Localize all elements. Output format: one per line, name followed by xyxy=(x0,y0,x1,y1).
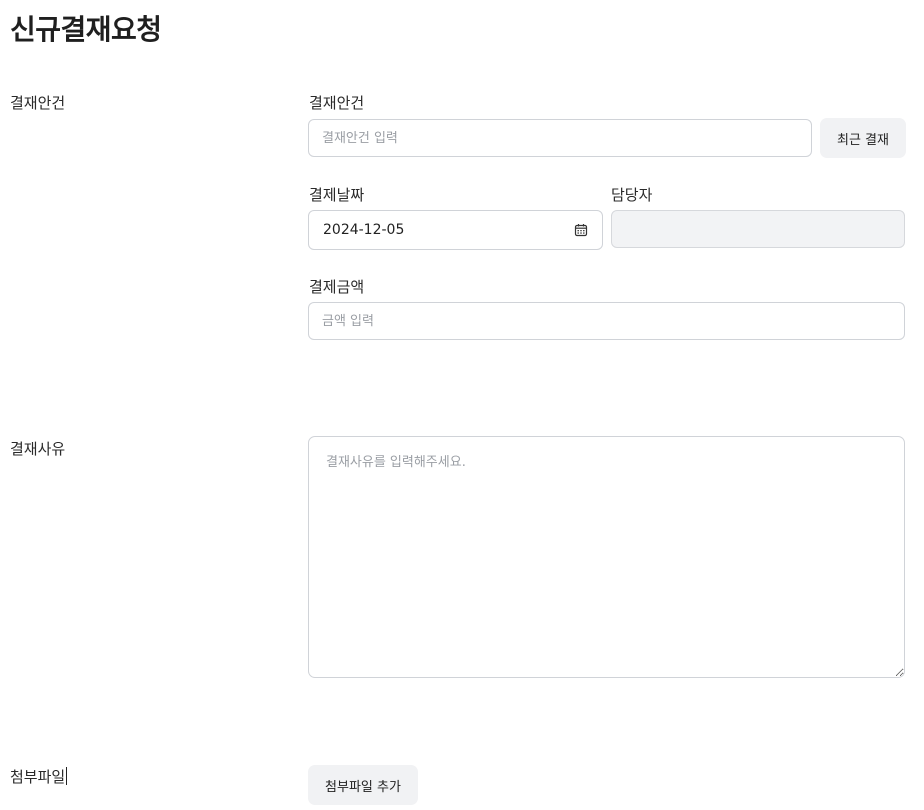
section-label-case: 결재안건 xyxy=(10,94,66,112)
case-title-input[interactable] xyxy=(308,119,812,157)
recent-approval-button[interactable]: 최근 결재 xyxy=(820,118,906,158)
payment-amount-input[interactable] xyxy=(308,302,905,340)
payment-amount-label: 결제금액 xyxy=(309,278,365,296)
section-label-attachment-text: 첨부파일 xyxy=(10,768,66,786)
reason-textarea[interactable] xyxy=(308,436,905,678)
section-label-attachment: 첨부파일 xyxy=(10,766,68,787)
approval-request-page: 신규결재요청 결재안건 결재안건 최근 결재 결제날짜 2024-12-05 담… xyxy=(0,0,924,810)
section-label-reason: 결재사유 xyxy=(10,440,66,458)
payment-date-label: 결제날짜 xyxy=(309,186,365,204)
text-caret xyxy=(66,767,68,785)
manager-label: 담당자 xyxy=(611,186,653,204)
manager-field xyxy=(611,210,905,248)
payment-date-input[interactable]: 2024-12-05 xyxy=(308,210,603,250)
page-title: 신규결재요청 xyxy=(10,13,162,46)
add-attachment-button[interactable]: 첨부파일 추가 xyxy=(308,765,418,805)
case-title-label: 결재안건 xyxy=(309,94,365,112)
calendar-icon[interactable] xyxy=(574,223,588,237)
payment-date-value: 2024-12-05 xyxy=(323,222,405,238)
